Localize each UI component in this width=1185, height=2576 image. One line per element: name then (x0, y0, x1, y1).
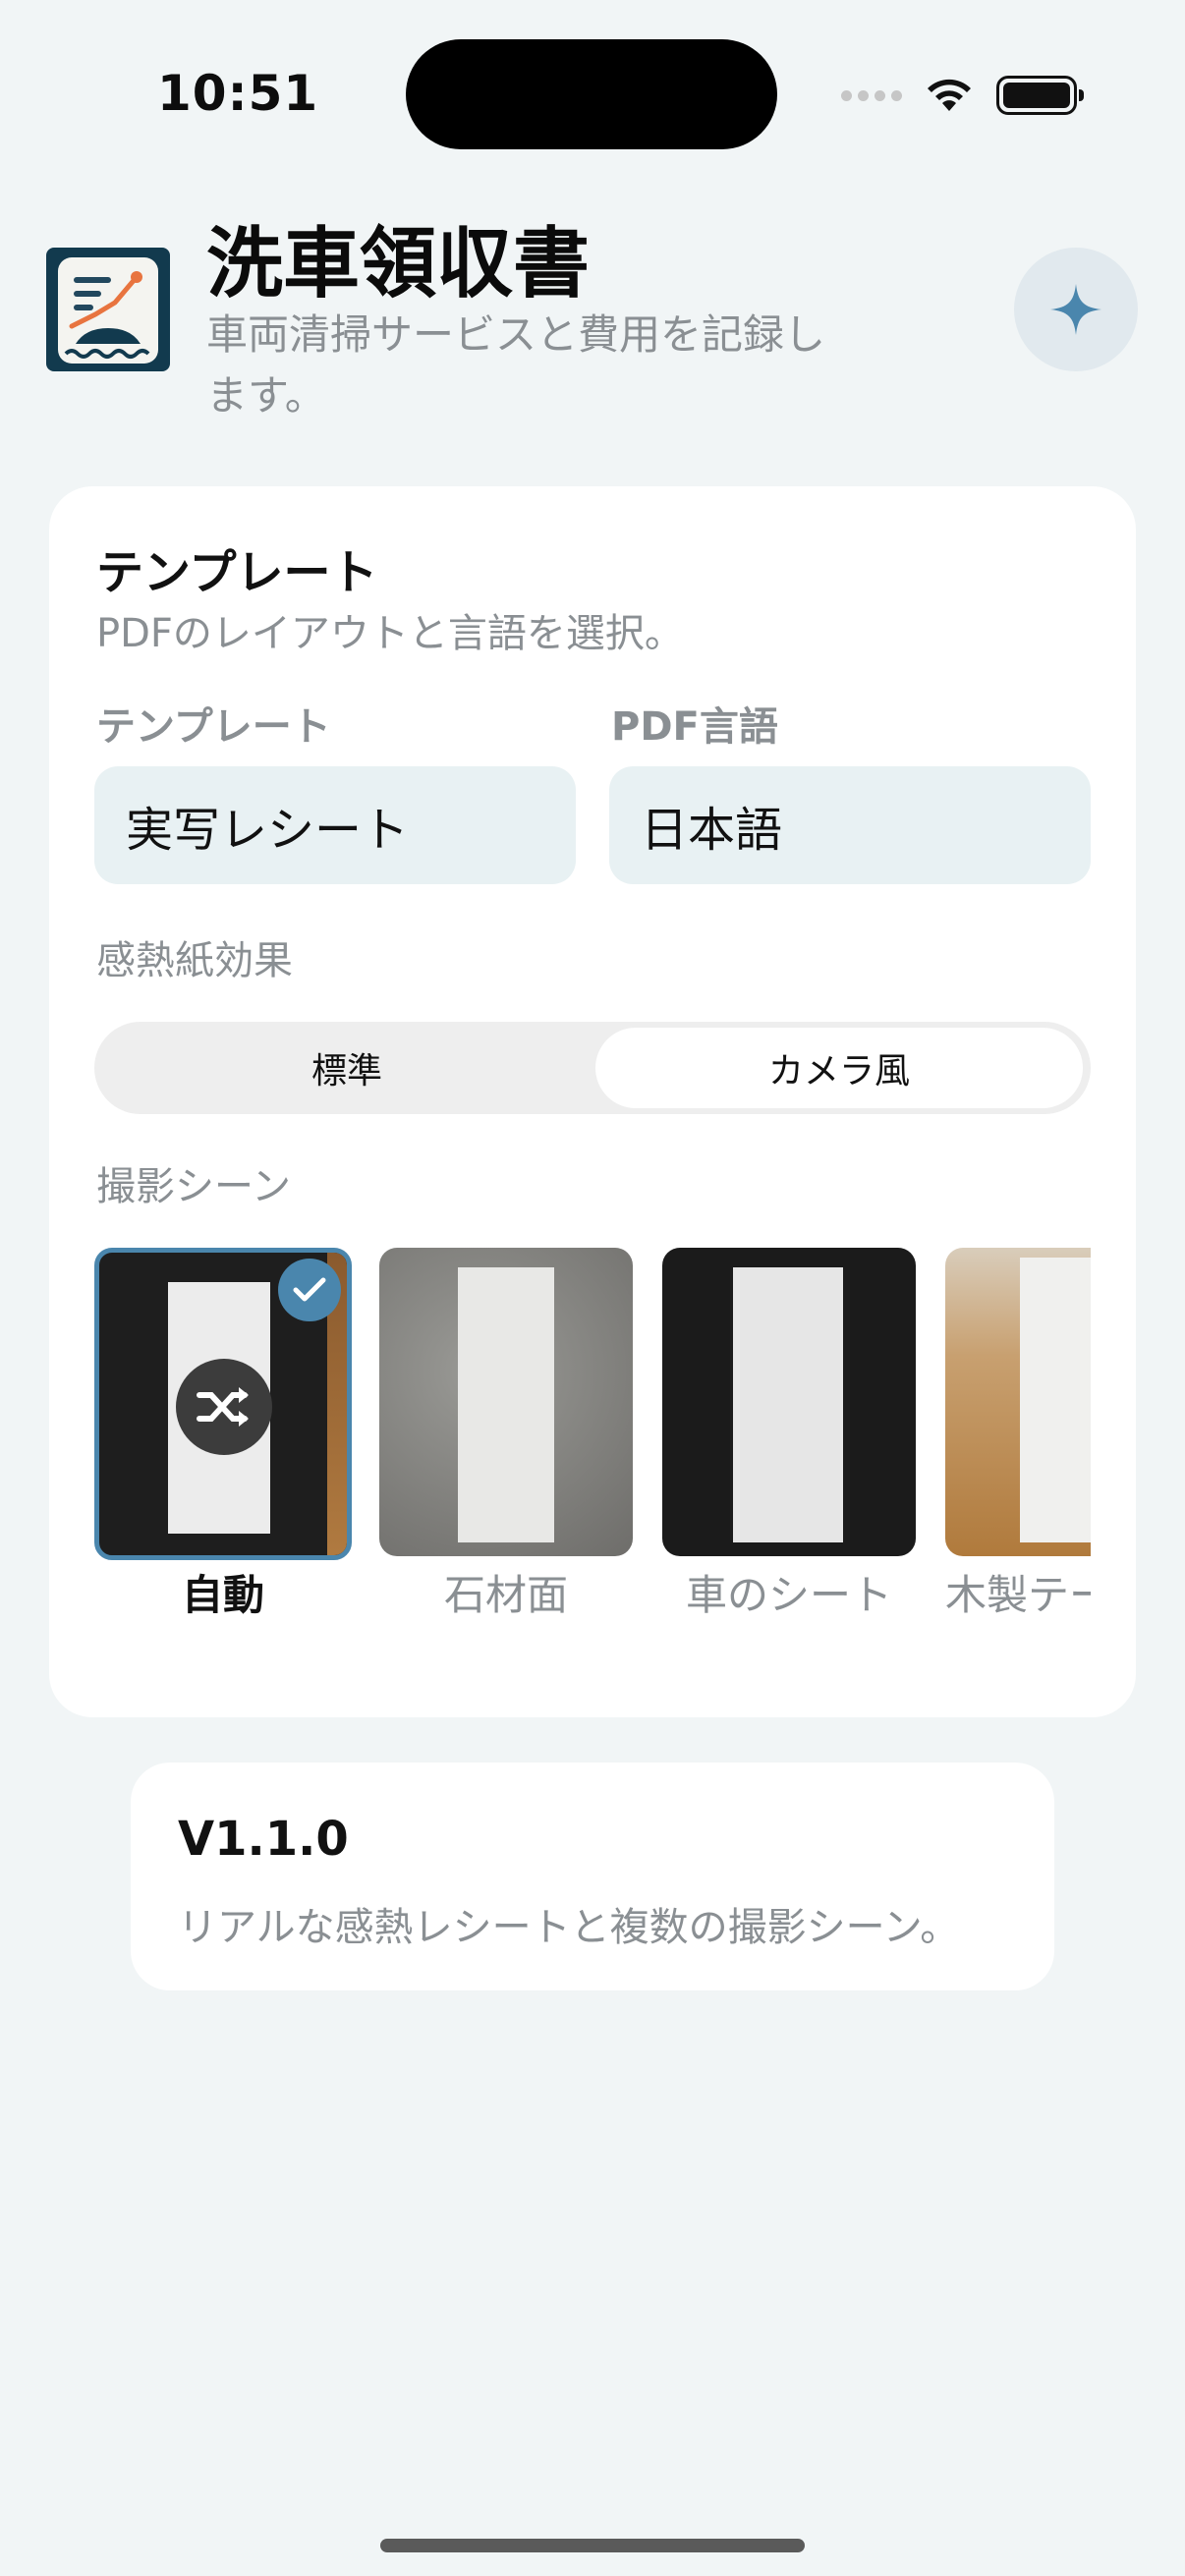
cellular-signal-icon (841, 89, 902, 101)
scene-wooden-table-label: 木製テー (945, 1571, 1091, 1619)
template-select-value: 実写レシート (126, 803, 410, 858)
dynamic-island (406, 39, 777, 149)
scene-car-seat-label: 車のシート (685, 1571, 892, 1619)
thermal-effect-label: 感熱紙効果 (96, 938, 293, 983)
scene-stone-label: 石材面 (443, 1571, 568, 1619)
card-title: テンプレート (96, 545, 378, 600)
battery-icon (996, 76, 1084, 115)
scene-wooden-table[interactable] (945, 1248, 1091, 1556)
page-subtitle: 車両清掃サービスと費用を記録します。 (206, 310, 826, 420)
version-card: V1.1.0 リアルな感熱レシートと複数の撮影シーン。 (131, 1763, 1054, 1990)
template-card: テンプレート PDFのレイアウトと言語を選択。 テンプレート PDF言語 実写レ… (49, 486, 1136, 1717)
page-title: 洗車領収書 (206, 220, 591, 308)
card-subtitle: PDFのレイアウトと言語を選択。 (96, 611, 684, 656)
version-description: リアルな感熱レシートと複数の撮影シーン。 (178, 1905, 960, 1950)
status-time: 10:51 (157, 65, 319, 122)
language-select-value: 日本語 (641, 803, 783, 858)
segment-standard[interactable]: 標準 (100, 1028, 593, 1108)
scene-car-seat[interactable] (662, 1248, 916, 1556)
scene-carousel[interactable]: 自動 石材面 車のシート 木製テー (94, 1233, 1091, 1685)
version-title: V1.1.0 (178, 1812, 349, 1867)
scene-stone[interactable] (379, 1248, 633, 1556)
template-label: テンプレート (96, 704, 331, 750)
language-select[interactable]: 日本語 (609, 766, 1091, 884)
segment-camera-style[interactable]: カメラ風 (595, 1028, 1083, 1108)
app-icon (46, 248, 170, 371)
scene-auto[interactable] (94, 1248, 352, 1560)
scene-auto-label: 自動 (181, 1571, 264, 1619)
sparkle-button[interactable] (1014, 248, 1138, 371)
template-select[interactable]: 実写レシート (94, 766, 576, 884)
wifi-icon (928, 79, 971, 111)
checkmark-icon (293, 1277, 326, 1302)
scene-label: 撮影シーン (96, 1164, 291, 1209)
status-icons (841, 69, 1084, 122)
thermal-effect-segmented-control: 標準 カメラ風 (94, 1022, 1091, 1114)
shuffle-icon (197, 1387, 249, 1427)
sparkle-icon (1050, 284, 1101, 335)
language-label: PDF言語 (611, 704, 778, 750)
selected-check-badge (278, 1259, 341, 1321)
home-indicator[interactable] (380, 2539, 805, 2552)
